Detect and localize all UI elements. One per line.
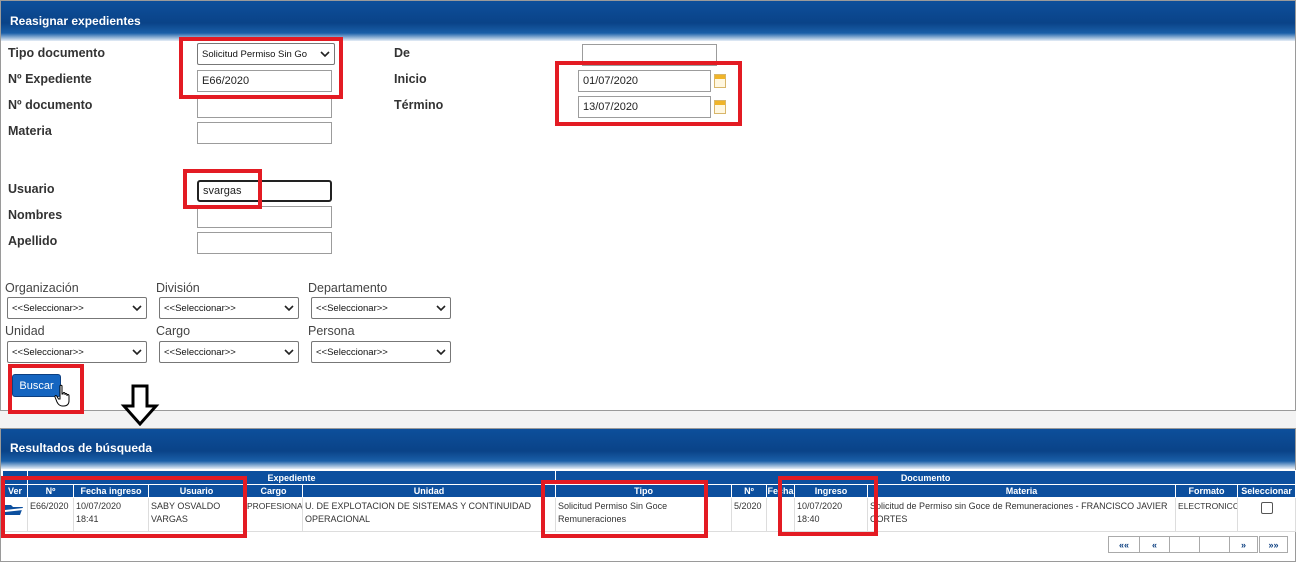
label-nombres: Nombres: [8, 208, 63, 222]
search-panel: Reasignar expedientes Tipo documento Nº …: [0, 0, 1296, 426]
col-doc-numero[interactable]: Nº: [731, 484, 768, 498]
page-number-box[interactable]: [1169, 536, 1200, 553]
results-panel-title: Resultados de búsqueda: [10, 441, 153, 455]
highlight-buscar: [8, 364, 84, 414]
chevron-down-icon: [132, 349, 142, 356]
label-organizacion: Organización: [5, 281, 79, 295]
unidad-line-1: U. DE EXPLOTACION DE SISTEMAS Y CONTINUI…: [305, 501, 532, 511]
materia-line-1: Solicitud de Permiso sin Goce de Remuner…: [870, 501, 1168, 511]
label-departamento: Departamento: [308, 281, 388, 295]
label-apellido: Apellido: [8, 234, 58, 248]
label-de: De: [394, 46, 410, 60]
cell-materia: Solicitud de Permiso sin Goce de Remuner…: [867, 497, 1177, 532]
chevron-down-icon: [284, 305, 294, 312]
col-unidad[interactable]: Unidad: [301, 484, 557, 498]
highlight-tipo-expediente: [179, 37, 343, 99]
col-cargo[interactable]: Cargo: [244, 484, 303, 498]
label-cargo: Cargo: [156, 324, 191, 338]
division-value: <<Seleccionar>>: [164, 303, 236, 314]
search-panel-title: Reasignar expedientes: [10, 14, 141, 28]
persona-value: <<Seleccionar>>: [316, 347, 388, 358]
unidad-select[interactable]: <<Seleccionar>>: [7, 341, 147, 363]
label-persona: Persona: [308, 324, 355, 338]
col-materia[interactable]: Materia: [867, 484, 1177, 498]
highlight-fechas: [555, 61, 742, 126]
label-usuario: Usuario: [8, 182, 55, 196]
label-n-expediente: Nº Expediente: [8, 72, 92, 86]
results-panel: Resultados de búsqueda Expediente Docume…: [0, 428, 1296, 562]
label-inicio: Inicio: [394, 72, 427, 86]
chevron-down-icon: [436, 349, 446, 356]
organizacion-value: <<Seleccionar>>: [12, 303, 84, 314]
col-formato[interactable]: Formato: [1175, 484, 1239, 498]
label-n-documento: Nº documento: [8, 98, 93, 112]
apellido-input[interactable]: [197, 232, 332, 254]
page-next-button[interactable]: »: [1229, 536, 1258, 553]
chevron-down-icon: [284, 349, 294, 356]
persona-select[interactable]: <<Seleccionar>>: [311, 341, 451, 363]
select-checkbox[interactable]: [1260, 502, 1273, 514]
highlight-usuario: [183, 169, 262, 209]
cargo-value: <<Seleccionar>>: [164, 347, 236, 358]
departamento-select[interactable]: <<Seleccionar>>: [311, 297, 451, 319]
materia-input[interactable]: [197, 122, 332, 144]
search-panel-header: Reasignar expedientes: [1, 1, 1295, 41]
highlight-ingreso-col: [778, 476, 878, 536]
departamento-value: <<Seleccionar>>: [316, 303, 388, 314]
cell-seleccionar[interactable]: [1237, 497, 1296, 532]
materia-line-2: CORTES: [870, 514, 908, 524]
page-last-button[interactable]: »»: [1259, 536, 1288, 553]
highlight-tipo-col: [541, 480, 708, 538]
cargo-select[interactable]: <<Seleccionar>>: [159, 341, 299, 363]
down-arrow-icon: [120, 384, 160, 426]
col-seleccionar[interactable]: Seleccionar: [1237, 484, 1296, 498]
label-unidad: Unidad: [5, 324, 45, 338]
page-prev-button[interactable]: «: [1139, 536, 1170, 553]
page-number-box[interactable]: [1199, 536, 1230, 553]
organizacion-select[interactable]: <<Seleccionar>>: [7, 297, 147, 319]
nombres-input[interactable]: [197, 206, 332, 228]
cell-doc-numero: 5/2020: [731, 497, 768, 532]
cell-cargo: PROFESIONAL: [244, 497, 303, 532]
label-tipo-documento: Tipo documento: [8, 46, 105, 60]
cell-unidad: U. DE EXPLOTACION DE SISTEMAS Y CONTINUI…: [301, 497, 557, 532]
unidad-line-2: OPERACIONAL: [305, 514, 371, 524]
highlight-expediente-cols: [1, 476, 247, 538]
results-panel-header: Resultados de búsqueda: [1, 429, 1295, 469]
n-documento-input[interactable]: [197, 96, 332, 118]
chevron-down-icon: [132, 305, 142, 312]
label-materia: Materia: [8, 124, 52, 138]
division-select[interactable]: <<Seleccionar>>: [159, 297, 299, 319]
cell-formato: ELECTRONICO: [1175, 497, 1239, 532]
unidad-value: <<Seleccionar>>: [12, 347, 84, 358]
label-termino: Término: [394, 98, 444, 112]
page-first-button[interactable]: ««: [1108, 536, 1140, 553]
chevron-down-icon: [436, 305, 446, 312]
label-division: División: [156, 281, 200, 295]
